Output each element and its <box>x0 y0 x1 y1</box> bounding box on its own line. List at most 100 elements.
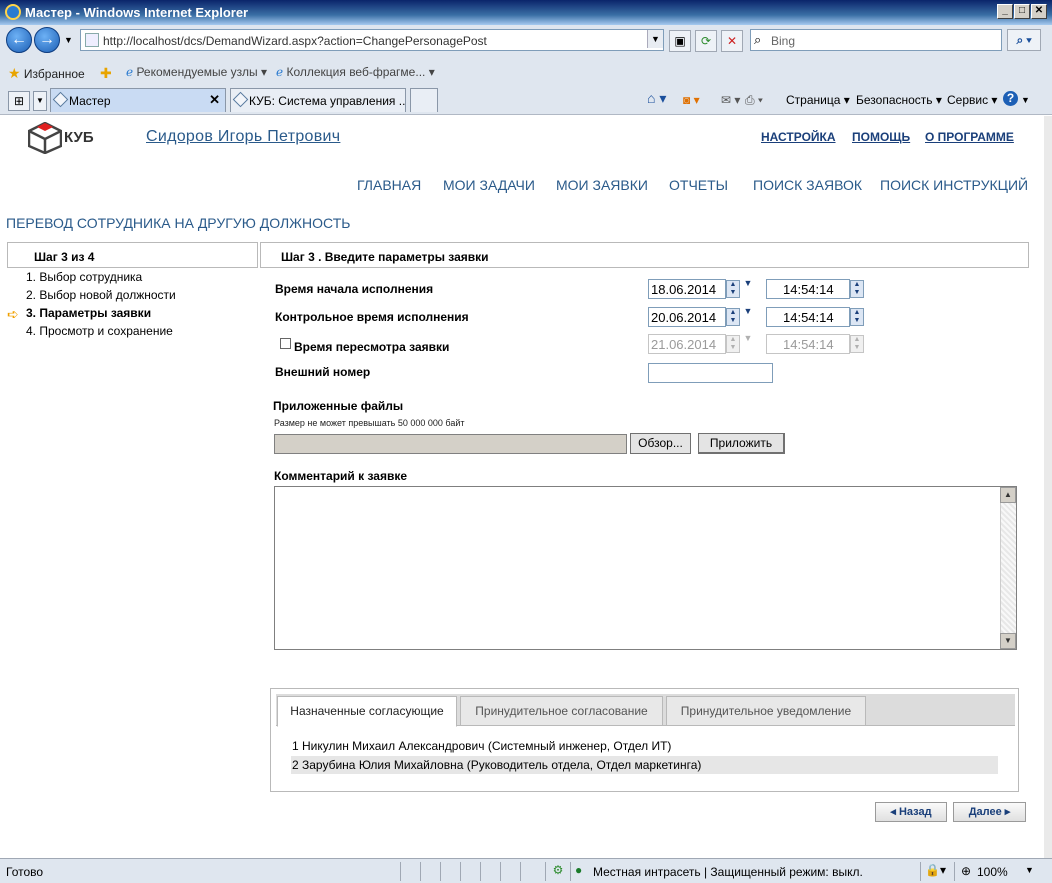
fav-item-suggested[interactable]: ℯ Рекомендуемые узлы ▾ <box>126 65 267 79</box>
print-icon[interactable]: ⎙ ▾ <box>745 93 763 108</box>
back-button[interactable]: ◂ Назад <box>875 802 947 822</box>
tab-master[interactable]: Мастер ✕ <box>50 88 226 112</box>
security-menu[interactable]: Безопасность ▾ <box>856 93 942 107</box>
status-segment <box>500 862 520 881</box>
tab-assigned-approvers[interactable]: Назначенные согласующие <box>277 696 457 727</box>
tab-page-icon <box>52 91 69 108</box>
approver-row: 2 Зарубина Юлия Михайловна (Руководитель… <box>291 756 998 774</box>
kub-logo-icon <box>28 122 62 154</box>
minimize-button[interactable]: _ <box>997 4 1013 19</box>
tab-label: КУБ: Система управления ... <box>249 94 406 108</box>
control-date-field[interactable]: 20.06.2014 <box>648 307 726 327</box>
zone-text: Местная интрасеть | Защищенный режим: вы… <box>593 865 863 879</box>
quick-tabs-icon[interactable]: ⊞ <box>8 91 30 111</box>
address-dropdown-icon[interactable]: ▼ <box>647 30 663 48</box>
settings-link[interactable]: НАСТРОЙКА <box>761 130 836 144</box>
nav-reports[interactable]: ОТЧЕТЫ <box>669 177 728 193</box>
compatibility-icon[interactable]: ▣ <box>669 30 691 52</box>
start-time-spinner[interactable]: ▲ ▼ <box>850 280 864 298</box>
fav-item-label: Коллекция веб-фрагме... ▾ <box>286 65 435 79</box>
nav-my-requests[interactable]: МОИ ЗАЯВКИ <box>556 177 648 193</box>
comment-scrollbar[interactable] <box>1000 487 1016 649</box>
review-time-field: 14:54:14 <box>766 334 850 354</box>
stop-icon[interactable]: ✕ <box>721 30 743 52</box>
mail-icon[interactable]: ✉ ▾ <box>721 93 740 107</box>
zoom-icon: ⊕ <box>961 864 972 878</box>
status-segment <box>460 862 480 881</box>
start-date-dropdown-icon[interactable]: ▼ <box>742 278 754 288</box>
review-time-checkbox[interactable] <box>280 338 291 349</box>
wizard-step-4: 4. Просмотр и сохранение <box>26 324 173 338</box>
attached-files-label: Приложенные файлы <box>273 399 404 413</box>
zone-segment: ● Местная интрасеть | Защищенный режим: … <box>570 862 920 881</box>
add-favorites-icon[interactable]: ✚ <box>100 65 112 82</box>
file-path-input[interactable] <box>274 434 627 454</box>
history-dropdown-icon[interactable]: ▼ <box>64 35 73 45</box>
refresh-icon[interactable]: ⟳ <box>695 30 717 52</box>
close-tab-icon[interactable]: ✕ <box>209 92 220 108</box>
maximize-button[interactable]: □ <box>1014 4 1030 19</box>
control-date-spinner[interactable]: ▲ ▼ <box>726 308 740 326</box>
status-segment <box>420 862 440 881</box>
zoom-level: 100% <box>977 865 1008 879</box>
status-bar: Готово ⚙ ● Местная интрасеть | Защищенны… <box>0 858 1052 883</box>
service-menu[interactable]: Сервис ▾ <box>947 93 997 107</box>
zoom-dropdown-icon: ▼ <box>1025 865 1034 875</box>
review-date-dropdown-icon: ▼ <box>743 333 753 343</box>
back-arrow-icon[interactable]: ← <box>6 27 32 53</box>
page-menu[interactable]: Страница ▾ <box>786 93 850 107</box>
security-zone-dropdown[interactable]: 🔒▾ <box>920 862 954 881</box>
search-input[interactable]: ⌕ Bing <box>750 29 1002 51</box>
control-time-field[interactable]: 14:54:14 <box>766 307 850 327</box>
page-scrollbar[interactable] <box>1044 116 1052 858</box>
review-time-spinner: ▲ ▼ <box>850 335 864 353</box>
external-number-input[interactable] <box>648 363 773 383</box>
start-time-field[interactable]: 14:54:14 <box>766 279 850 299</box>
feeds-icon[interactable]: ◙ ▾ <box>683 93 700 107</box>
control-time-spinner[interactable]: ▲ ▼ <box>850 308 864 326</box>
tab-kub[interactable]: КУБ: Система управления ... <box>230 88 406 112</box>
favorites-bar: ★ Избранное ✚ ℯ Рекомендуемые узлы ▾ ℯ К… <box>0 58 1052 84</box>
attached-files-note: Размер не может превышать 50 000 000 бай… <box>274 418 465 428</box>
address-bar[interactable]: http://localhost/dcs/DemandWizard.aspx?a… <box>80 29 664 51</box>
close-window-button[interactable]: ✕ <box>1031 4 1047 19</box>
wizard-step-3: 3. Параметры заявки <box>26 306 152 320</box>
nav-home[interactable]: ГЛАВНАЯ <box>357 177 421 193</box>
window-title: Мастер - Windows Internet Explorer <box>25 5 249 20</box>
search-icon: ⌕ <box>754 32 762 47</box>
new-tab-button[interactable] <box>410 88 438 112</box>
tab-forced-approval[interactable]: Принудительное согласование <box>460 696 663 726</box>
scroll-down-icon[interactable]: ▼ <box>1000 633 1016 649</box>
tab-list-dropdown-icon[interactable]: ▼ <box>33 91 47 111</box>
nav-search-requests[interactable]: ПОИСК ЗАЯВОК <box>753 177 862 193</box>
start-date-field[interactable]: 18.06.2014 <box>648 279 726 299</box>
page-title: ПЕРЕВОД СОТРУДНИКА НА ДРУГУЮ ДОЛЖНОСТЬ <box>6 215 351 231</box>
home-icon[interactable]: ⌂ ▾ <box>647 90 666 107</box>
about-link[interactable]: О ПРОГРАММЕ <box>925 130 1014 144</box>
browse-button[interactable]: Обзор... <box>630 433 691 454</box>
nav-search-instructions[interactable]: ПОИСК ИНСТРУКЦИЙ <box>880 177 1028 193</box>
search-go-button[interactable]: ⌕ ▾ <box>1007 29 1041 51</box>
start-date-spinner[interactable]: ▲ ▼ <box>726 280 740 298</box>
help-dropdown-icon[interactable]: ▼ <box>1021 95 1030 105</box>
step-indicator: Шаг 3 из 4 <box>7 242 258 268</box>
status-segment <box>480 862 500 881</box>
help-icon[interactable]: ? <box>1003 91 1018 106</box>
logo-text: КУБ <box>64 129 94 146</box>
tab-label: Мастер <box>69 94 111 108</box>
control-date-dropdown-icon[interactable]: ▼ <box>742 306 754 316</box>
approvals-panel: Назначенные согласующие Принудительное с… <box>270 688 1019 792</box>
tab-forced-notification[interactable]: Принудительное уведомление <box>666 696 866 726</box>
comment-textarea[interactable]: ▲ ▼ <box>274 486 1017 650</box>
favorites-button[interactable]: ★ Избранное <box>8 65 85 82</box>
help-link[interactable]: ПОМОЩЬ <box>852 130 910 144</box>
fav-item-webslices[interactable]: ℯ Коллекция веб-фрагме... ▾ <box>276 65 435 79</box>
nav-my-tasks[interactable]: МОИ ЗАДАЧИ <box>443 177 535 193</box>
forward-arrow-icon[interactable]: → <box>34 27 60 53</box>
zoom-control[interactable]: ⊕ 100% ▼ <box>954 862 1044 881</box>
scroll-up-icon[interactable]: ▲ <box>1000 487 1016 503</box>
user-name-link[interactable]: Сидоров Игорь Петрович <box>146 128 340 146</box>
attach-button[interactable]: Приложить <box>698 433 785 454</box>
next-button[interactable]: Далее ▸ <box>953 802 1026 822</box>
control-time-label: Контрольное время исполнения <box>275 310 469 324</box>
